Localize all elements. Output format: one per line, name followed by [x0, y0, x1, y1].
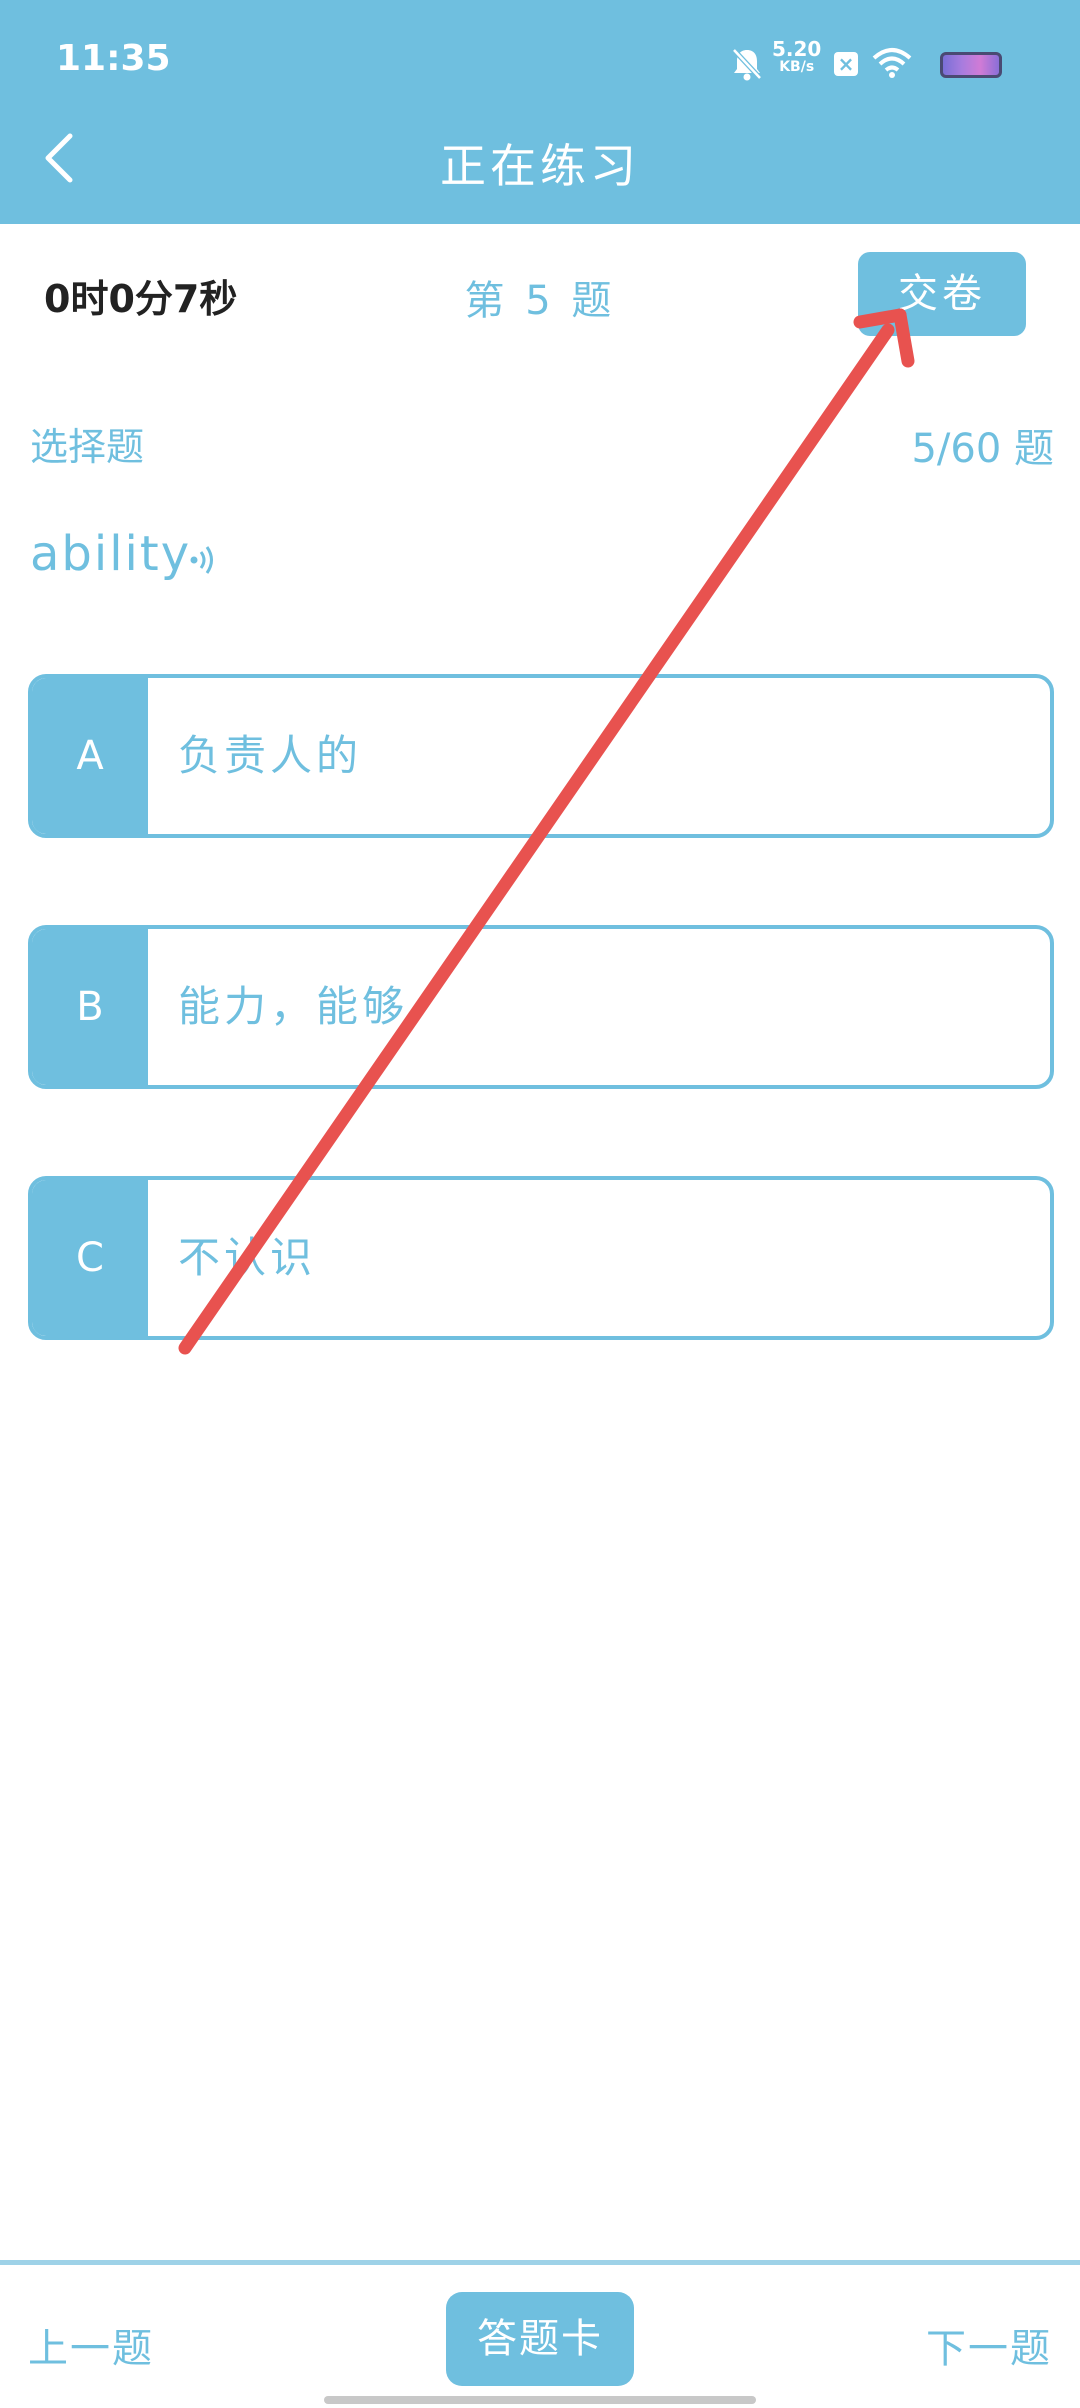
answer-card-button[interactable]: 答题卡 — [446, 2292, 634, 2386]
footer-divider — [0, 2260, 1080, 2265]
next-question-button[interactable]: 下一题 — [926, 2316, 1052, 2374]
home-indicator[interactable] — [324, 2396, 756, 2404]
prev-question-button[interactable]: 上一题 — [28, 2316, 154, 2374]
annotation-arrow — [178, 308, 915, 1355]
